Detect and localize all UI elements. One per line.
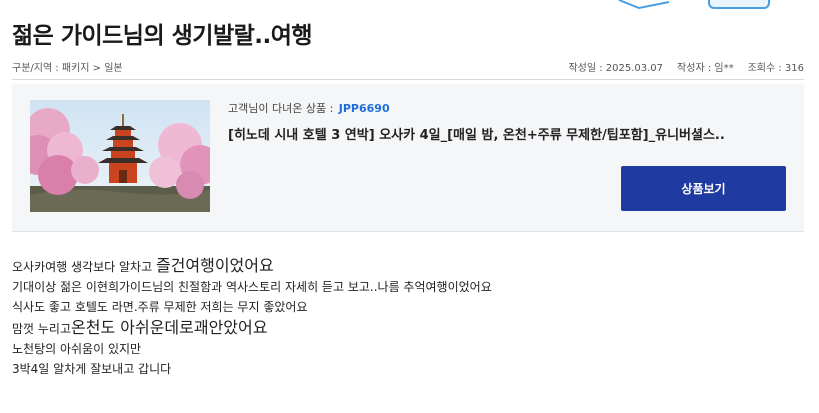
review-line: 식사도 좋고 호텔도 라면.주류 무제한 저희는 무지 좋았어요 xyxy=(12,300,308,314)
review-text-large: 즐건여행이었어요 xyxy=(155,256,274,275)
review-text: 맘껏 누리고 xyxy=(12,322,72,336)
review-text-large: 온천도 아쉬운데로괘안았어요 xyxy=(71,318,268,337)
review-line: 노천탕의 아쉬움이 있지만 xyxy=(12,342,142,356)
review-line: 기대이상 젊은 이현희가이드님의 친절함과 역사스토리 자세히 듣고 보고..나… xyxy=(12,280,492,294)
review-line: 맘껏 누리고온천도 아쉬운데로괘안았어요 xyxy=(12,318,804,340)
japan-pagoda-photo-icon xyxy=(30,100,210,212)
traveled-product-line: 고객님이 다녀온 상품 : JPP6690 xyxy=(228,100,784,116)
page-title: 젊은 가이드님의 생기발랄..여행 xyxy=(12,23,313,49)
review-content: 오사카여행 생각보다 알차고 즐건여행이었어요 기대이상 젊은 이현희가이드님의… xyxy=(12,256,804,380)
product-name-link[interactable]: [히노데 시내 호텔 3 연박] 오사카 4일_[매일 밤, 온천+주류 무제한… xyxy=(228,124,784,143)
product-box: 고객님이 다녀온 상품 : JPP6690 [히노데 시내 호텔 3 연박] 오… xyxy=(12,84,804,232)
post-info: 작성일 : 2025.03.07 작성자 : 임** 조회수 : 316 xyxy=(568,59,804,74)
review-text: 오사카여행 생각보다 알차고 xyxy=(12,260,156,274)
decorative-illustration xyxy=(618,0,770,10)
product-info: 고객님이 다녀온 상품 : JPP6690 [히노데 시내 호텔 3 연박] 오… xyxy=(228,100,784,143)
view-count: 조회수 : 316 xyxy=(747,63,804,74)
post-author: 작성자 : 임** xyxy=(677,63,734,74)
breadcrumb: 구분/지역 : 패키지 > 일본 xyxy=(12,63,123,74)
meta-row: 구분/지역 : 패키지 > 일본 작성일 : 2025.03.07 작성자 : … xyxy=(12,59,804,75)
post-date: 작성일 : 2025.03.07 xyxy=(568,63,664,74)
product-code[interactable]: JPP6690 xyxy=(339,102,390,115)
review-line: 오사카여행 생각보다 알차고 즐건여행이었어요 xyxy=(12,256,804,278)
traveled-label: 고객님이 다녀온 상품 : xyxy=(228,102,334,115)
review-line: 3박4일 알차게 잘보내고 갑니다 xyxy=(12,362,172,376)
view-product-button[interactable]: 상품보기 xyxy=(621,166,786,211)
divider xyxy=(12,79,804,80)
product-thumbnail[interactable] xyxy=(30,100,210,212)
